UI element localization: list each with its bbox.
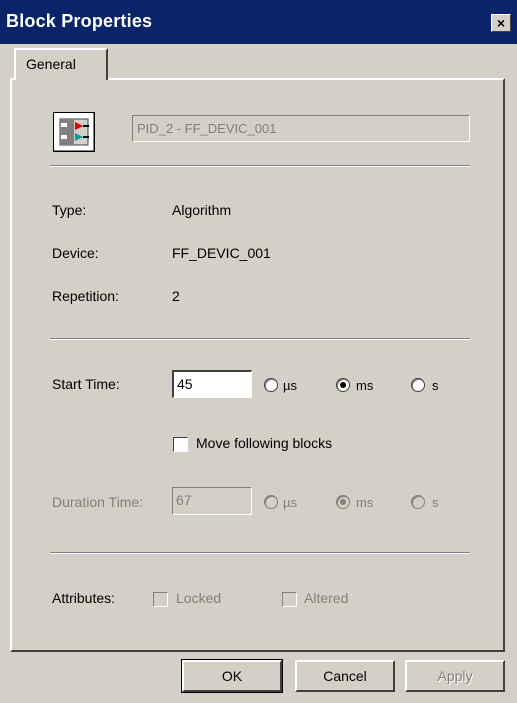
duration-time-ms-label: ms bbox=[356, 495, 374, 510]
separator bbox=[50, 552, 470, 554]
tab-general-label: General bbox=[26, 56, 76, 72]
device-value: FF_DEVIC_001 bbox=[172, 245, 271, 261]
close-icon: × bbox=[496, 15, 506, 31]
block-name-field: PID_2 - FF_DEVIC_001 bbox=[132, 115, 470, 142]
separator bbox=[50, 165, 470, 167]
start-time-ms-radio[interactable] bbox=[336, 378, 350, 392]
duration-time-us-radio bbox=[264, 495, 278, 509]
start-time-label: Start Time: bbox=[52, 376, 120, 392]
start-time-ms-label: ms bbox=[356, 378, 374, 393]
window-title: Block Properties bbox=[6, 11, 153, 31]
altered-label: Altered bbox=[304, 590, 349, 606]
device-label: Device: bbox=[52, 245, 99, 261]
move-following-checkbox[interactable] bbox=[173, 437, 188, 452]
start-time-s-radio[interactable] bbox=[411, 378, 425, 392]
move-following-label: Move following blocks bbox=[196, 435, 333, 451]
start-time-s-label: s bbox=[432, 378, 439, 393]
start-time-us-radio[interactable] bbox=[264, 378, 278, 392]
radio-dot bbox=[340, 499, 346, 505]
cancel-button[interactable]: Cancel bbox=[295, 660, 395, 692]
duration-time-input: 67 bbox=[172, 487, 252, 515]
radio-dot bbox=[340, 382, 346, 388]
locked-checkbox bbox=[153, 592, 168, 607]
locked-label: Locked bbox=[176, 590, 222, 606]
function-block-icon bbox=[53, 112, 95, 152]
repetition-value: 2 bbox=[172, 288, 180, 304]
separator bbox=[50, 338, 470, 340]
ok-button[interactable]: OK bbox=[181, 659, 283, 693]
duration-time-ms-radio bbox=[336, 495, 350, 509]
altered-checkbox bbox=[282, 592, 297, 607]
duration-time-us-label: µs bbox=[283, 495, 297, 510]
title-bar: Block Properties × bbox=[0, 0, 517, 44]
type-value: Algorithm bbox=[172, 202, 232, 218]
attributes-label: Attributes: bbox=[52, 590, 116, 606]
start-time-input[interactable]: 45 bbox=[172, 370, 252, 398]
tab-general[interactable]: General bbox=[14, 48, 108, 80]
start-time-us-label: µs bbox=[283, 378, 297, 393]
close-button[interactable]: × bbox=[491, 14, 511, 32]
duration-time-s-radio bbox=[411, 495, 425, 509]
type-label: Type: bbox=[52, 202, 87, 218]
apply-button: Apply bbox=[405, 660, 505, 692]
duration-time-s-label: s bbox=[432, 495, 439, 510]
repetition-label: Repetition: bbox=[52, 288, 119, 304]
duration-time-label: Duration Time: bbox=[52, 494, 144, 510]
